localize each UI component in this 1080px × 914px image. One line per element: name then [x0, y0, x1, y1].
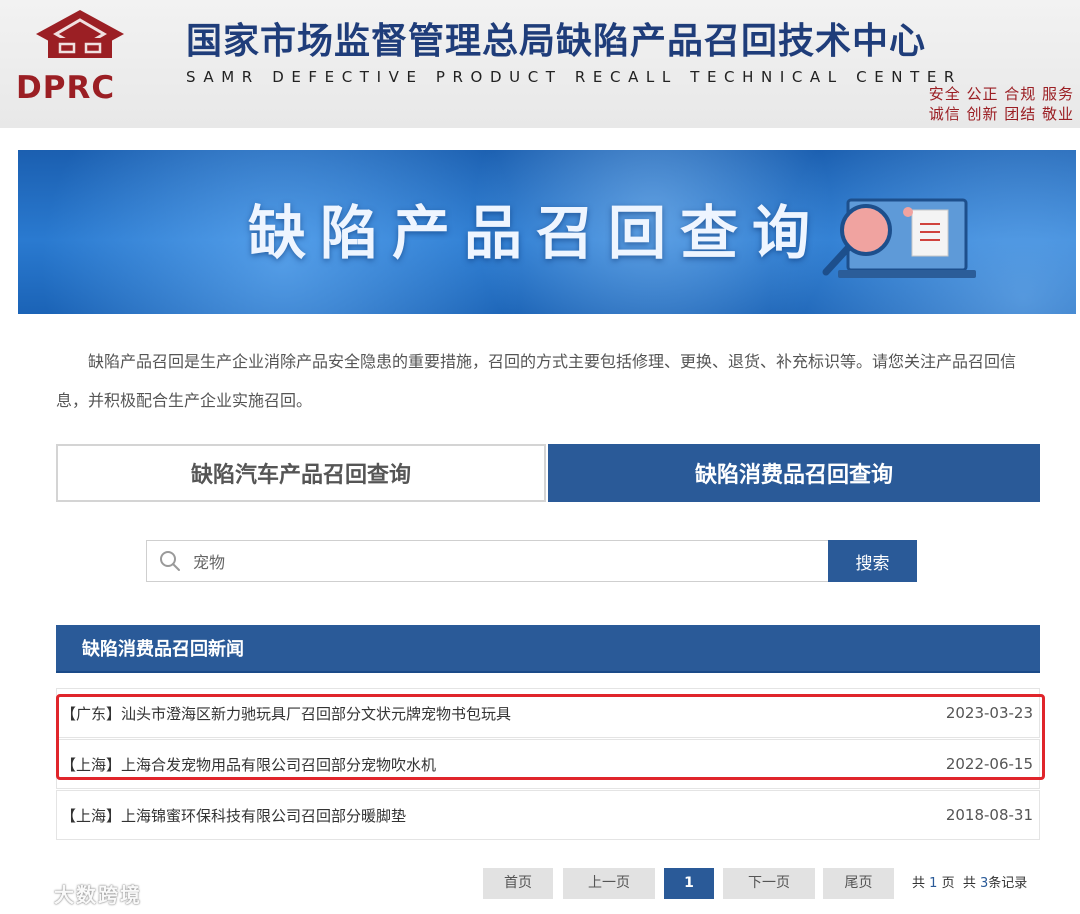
logo-emblem-icon — [36, 10, 124, 58]
next-page-button[interactable]: 下一页 — [723, 868, 815, 899]
dprc-logo[interactable]: DPRC — [16, 8, 146, 108]
tab-vehicle-recall[interactable]: 缺陷汽车产品召回查询 — [56, 444, 546, 502]
news-item[interactable]: 【上海】上海合发宠物用品有限公司召回部分宠物吹水机 2022-06-15 — [56, 739, 1040, 789]
banner-title: 缺陷产品召回查询 — [248, 199, 825, 267]
news-item-date: 2023-03-23 — [945, 704, 1033, 722]
site-header: DPRC 国家市场监督管理总局缺陷产品召回技术中心 SAMR DEFECTIVE… — [0, 0, 1080, 128]
magnifier-document-laptop-icon — [822, 198, 976, 278]
site-subtitle: SAMR DEFECTIVE PRODUCT RECALL TECHNICAL … — [186, 68, 962, 86]
page-info: 共 1 页 共 3条记录 — [912, 868, 1027, 899]
first-page-button[interactable]: 首页 — [483, 868, 553, 899]
search-button[interactable]: 搜索 — [828, 540, 917, 582]
news-item[interactable]: 【广东】汕头市澄海区新力驰玩具厂召回部分文状元牌宠物书包玩具 2023-03-2… — [56, 688, 1040, 738]
logo-text: DPRC — [16, 70, 116, 106]
news-item-title[interactable]: 【上海】上海锦蜜环保科技有限公司召回部分暖脚垫 — [61, 805, 406, 826]
watermark: 大数跨境 — [8, 878, 142, 908]
tab-consumer-recall[interactable]: 缺陷消费品召回查询 — [548, 444, 1040, 502]
search-icon — [160, 551, 180, 571]
news-list: 【广东】汕头市澄海区新力驰玩具厂召回部分文状元牌宠物书包玩具 2023-03-2… — [56, 688, 1040, 841]
total-pages: 1 — [929, 876, 938, 891]
news-item-date: 2018-08-31 — [945, 806, 1033, 824]
prev-page-button[interactable]: 上一页 — [563, 868, 655, 899]
site-title: 国家市场监督管理总局缺陷产品召回技术中心 — [186, 21, 927, 62]
total-pages-suffix: 页 — [941, 876, 955, 891]
watermark-logo-icon — [10, 883, 50, 903]
news-item-date: 2022-06-15 — [945, 755, 1033, 773]
news-item-title[interactable]: 【广东】汕头市澄海区新力驰玩具厂召回部分文状元牌宠物书包玩具 — [61, 703, 511, 724]
motto-line-1: 安全 公正 合规 服务 — [928, 85, 1074, 103]
news-section-header: 缺陷消费品召回新闻 — [56, 625, 1040, 673]
search-input[interactable] — [193, 542, 793, 580]
motto: 安全 公正 合规 服务 诚信 创新 团结 敬业 — [929, 84, 1074, 124]
total-pages-prefix: 共 — [912, 876, 926, 891]
total-records-suffix: 条记录 — [988, 876, 1028, 891]
recall-query-banner: 缺陷产品召回查询 — [18, 150, 1076, 314]
intro-paragraph: 缺陷产品召回是生产企业消除产品安全隐患的重要措施，召回的方式主要包括修理、更换、… — [56, 352, 1017, 410]
motto-line-2: 诚信 创新 团结 敬业 — [928, 105, 1074, 123]
watermark-text: 大数跨境 — [54, 882, 142, 907]
current-page-button[interactable]: 1 — [664, 868, 714, 899]
total-records-prefix: 共 — [962, 876, 976, 891]
last-page-button[interactable]: 尾页 — [823, 868, 894, 899]
search-box — [146, 540, 828, 582]
news-item-title[interactable]: 【上海】上海合发宠物用品有限公司召回部分宠物吹水机 — [61, 754, 436, 775]
news-item[interactable]: 【上海】上海锦蜜环保科技有限公司召回部分暖脚垫 2018-08-31 — [56, 790, 1040, 840]
